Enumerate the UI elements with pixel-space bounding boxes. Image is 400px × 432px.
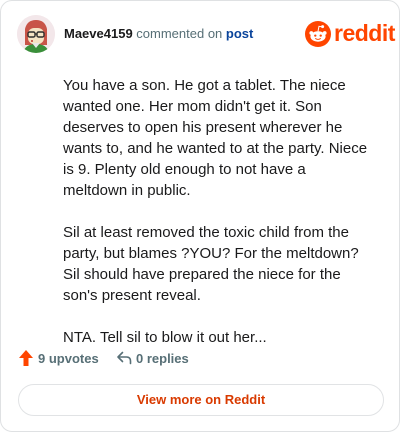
comment-embed-card: Maeve4159 commented on post reddit You h… xyxy=(0,0,400,432)
reply-count: 0 replies xyxy=(136,351,189,366)
post-link[interactable]: post xyxy=(226,26,253,41)
comment-header: Maeve4159 commented on post reddit xyxy=(17,15,395,55)
view-more-button[interactable]: View more on Reddit xyxy=(18,384,384,416)
username-link[interactable]: Maeve4159 xyxy=(64,26,133,41)
upvote-arrow-icon xyxy=(19,350,33,366)
comment-paragraph: Sil at least removed the toxic child fro… xyxy=(63,224,359,304)
reddit-snoo-icon xyxy=(305,21,331,47)
comment-meta: Maeve4159 commented on post xyxy=(64,26,253,41)
reply-arrow-icon xyxy=(117,351,132,365)
comment-paragraph: NTA. Tell sil to blow it out her... xyxy=(63,329,267,346)
action-text: commented on xyxy=(136,26,223,41)
avatar-illustration-icon xyxy=(17,15,55,53)
avatar[interactable] xyxy=(17,15,55,53)
reddit-wordmark: reddit xyxy=(334,20,395,46)
comment-body: You have a son. He got a tablet. The nie… xyxy=(63,75,373,369)
upvote-count: 9 upvotes xyxy=(38,351,99,366)
comment-paragraph: You have a son. He got a tablet. The nie… xyxy=(63,77,368,199)
